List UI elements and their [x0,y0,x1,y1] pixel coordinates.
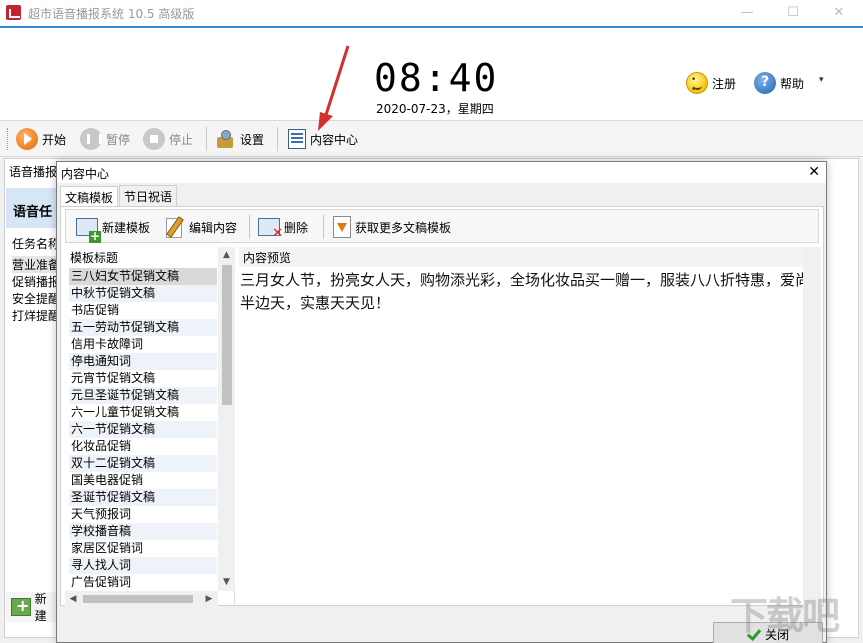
watermark: 下载吧 [730,594,840,638]
annotation-arrow-icon [318,45,350,131]
